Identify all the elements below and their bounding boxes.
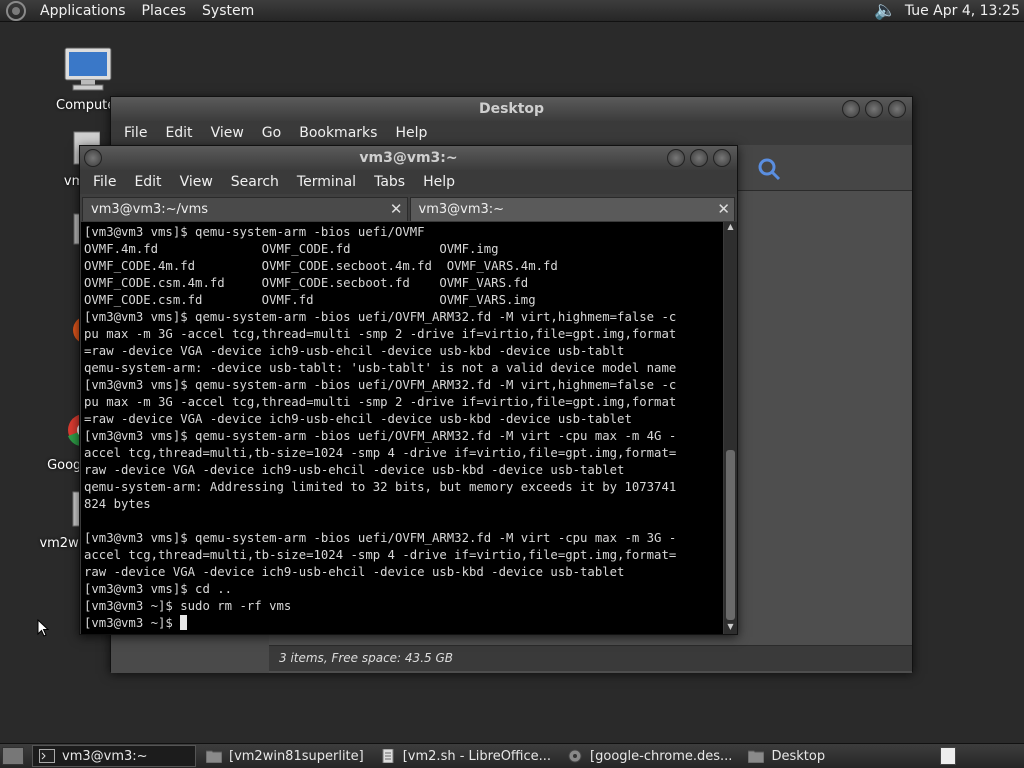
menu-file[interactable]: File	[84, 174, 125, 190]
menu-terminal[interactable]: Terminal	[288, 174, 365, 190]
terminal-line: [vm3@vm3 vms]$ qemu-system-arm -bios uef…	[84, 225, 425, 239]
scroll-down-icon[interactable]: ▼	[724, 622, 737, 634]
terminal-line: [vm3@vm3 ~]$ sudo rm -rf vms	[84, 599, 292, 613]
window-menu-button[interactable]	[84, 149, 102, 167]
terminal-line: pu max -m 3G -accel tcg,thread=multi -sm…	[84, 327, 677, 341]
terminal-window[interactable]: vm3@vm3:~ File Edit View Search Terminal…	[79, 145, 738, 635]
terminal-line: pu max -m 3G -accel tcg,thread=multi -sm…	[84, 395, 677, 409]
bottom-panel: vm3@vm3:~ [vm2win81superlite] [vm2.sh - …	[0, 743, 1024, 768]
menu-help[interactable]: Help	[386, 125, 436, 141]
document-icon	[382, 749, 394, 763]
terminal-line: raw -device VGA -device ich9-usb-ehcil -…	[84, 463, 625, 477]
clock[interactable]: Tue Apr 4, 13:25	[905, 3, 1020, 19]
maximize-button[interactable]	[865, 100, 883, 118]
tab-label: vm3@vm3:~	[418, 202, 505, 217]
scroll-up-icon[interactable]: ▲	[724, 222, 737, 234]
menu-bookmarks[interactable]: Bookmarks	[290, 125, 386, 141]
terminal-line: OVMF_CODE.csm.4m.fd OVMF_CODE.secboot.fd…	[84, 276, 529, 290]
terminal-line: raw -device VGA -device ich9-usb-ehcil -…	[84, 565, 625, 579]
terminal-titlebar[interactable]: vm3@vm3:~	[80, 146, 737, 170]
tab-home[interactable]: vm3@vm3:~ ✕	[409, 197, 735, 221]
close-tab-icon[interactable]: ✕	[717, 200, 730, 218]
maximize-button[interactable]	[690, 149, 708, 167]
places-menu[interactable]: Places	[134, 3, 195, 19]
taskbar-item-label: vm3@vm3:~	[62, 748, 148, 764]
distro-logo-icon[interactable]	[6, 0, 26, 21]
menu-view[interactable]: View	[171, 174, 222, 190]
volume-icon[interactable]: 🔈	[874, 0, 896, 21]
window-title: vm3@vm3:~	[359, 150, 458, 166]
terminal-line: =raw -device VGA -device ich9-usb-ehcil …	[84, 344, 625, 358]
taskbar-item-desktop[interactable]: Desktop	[742, 745, 831, 767]
terminal-line: [vm3@vm3 vms]$ qemu-system-arm -bios uef…	[84, 310, 677, 324]
terminal-line: 824 bytes	[84, 497, 151, 511]
terminal-line: [vm3@vm3 vms]$ cd ..	[84, 582, 233, 596]
taskbar-item-chrome-desktop[interactable]: [google-chrome.des...	[561, 745, 738, 767]
terminal-line: OVMF_CODE.csm.fd OVMF.fd OVMF_VARS.img	[84, 293, 536, 307]
folder-icon	[206, 750, 222, 763]
menu-file[interactable]: File	[115, 125, 156, 141]
terminal-line: [vm3@vm3 vms]$ qemu-system-arm -bios uef…	[84, 429, 677, 443]
terminal-line: qemu-system-arm: Addressing limited to 3…	[84, 480, 677, 494]
file-manager-menubar: File Edit View Go Bookmarks Help	[111, 121, 912, 145]
terminal-menubar: File Edit View Search Terminal Tabs Help	[80, 170, 737, 194]
terminal-tabbar: vm3@vm3:~/vms ✕ vm3@vm3:~ ✕	[80, 194, 737, 221]
gear-icon	[568, 749, 582, 763]
tab-label: vm3@vm3:~/vms	[91, 202, 209, 217]
close-button[interactable]	[888, 100, 906, 118]
taskbar-item-label: [vm2.sh - LibreOffice...	[402, 748, 552, 764]
trash-applet-icon[interactable]	[940, 747, 956, 765]
folder-icon	[748, 750, 765, 763]
menu-edit[interactable]: Edit	[156, 125, 201, 141]
window-menu	[84, 149, 102, 167]
file-manager-toolbar	[737, 145, 912, 191]
terminal-icon	[39, 749, 55, 763]
terminal-line: [vm3@vm3 vms]$ qemu-system-arm -bios uef…	[84, 378, 677, 392]
file-manager-statusbar: 3 items, Free space: 43.5 GB	[269, 645, 912, 671]
window-controls	[842, 100, 906, 118]
system-menu[interactable]: System	[194, 3, 262, 19]
taskbar-item-libreoffice[interactable]: [vm2.sh - LibreOffice...	[374, 745, 557, 767]
scrollbar-thumb[interactable]	[726, 450, 735, 620]
terminal-line: [vm3@vm3 vms]$ qemu-system-arm -bios uef…	[84, 531, 677, 545]
menu-edit[interactable]: Edit	[125, 174, 170, 190]
minimize-button[interactable]	[842, 100, 860, 118]
terminal-prompt-line: [vm3@vm3 ~]$	[84, 615, 723, 632]
menu-help[interactable]: Help	[414, 174, 464, 190]
terminal-line: accel tcg,thread=multi,tb-size=1024 -smp…	[84, 446, 677, 460]
taskbar-item-terminal[interactable]: vm3@vm3:~	[32, 745, 196, 767]
taskbar-item-vm2win81superlite[interactable]: [vm2win81superlite]	[200, 745, 370, 767]
terminal-line: =raw -device VGA -device ich9-usb-ehcil …	[84, 412, 632, 426]
menu-go[interactable]: Go	[253, 125, 290, 141]
close-tab-icon[interactable]: ✕	[390, 200, 403, 218]
mouse-pointer-icon	[37, 619, 49, 637]
file-manager-titlebar[interactable]: Desktop	[111, 97, 912, 121]
window-controls	[667, 149, 731, 167]
menu-tabs[interactable]: Tabs	[365, 174, 414, 190]
terminal-line: qemu-system-arm: -device usb-tablt: 'usb…	[84, 361, 677, 375]
search-icon[interactable]	[757, 157, 781, 181]
close-button[interactable]	[713, 149, 731, 167]
tab-vms[interactable]: vm3@vm3:~/vms ✕	[82, 197, 408, 221]
computer-icon	[64, 47, 112, 91]
taskbar-item-label: [vm2win81superlite]	[229, 748, 364, 764]
terminal-scrollbar[interactable]: ▲ ▼	[724, 222, 737, 634]
terminal-prompt: [vm3@vm3 ~]$	[84, 616, 181, 630]
taskbar-item-label: [google-chrome.des...	[590, 748, 733, 764]
minimize-button[interactable]	[667, 149, 685, 167]
terminal-cursor	[180, 615, 188, 630]
top-panel: Applications Places System 🔈 Tue Apr 4, …	[0, 0, 1024, 22]
window-title: Desktop	[478, 101, 545, 117]
menu-view[interactable]: View	[202, 125, 253, 141]
show-desktop-button[interactable]	[2, 747, 24, 765]
terminal-line: OVMF.4m.fd OVMF_CODE.fd OVMF.img	[84, 242, 499, 256]
terminal-output[interactable]: [vm3@vm3 vms]$ qemu-system-arm -bios uef…	[81, 222, 723, 634]
taskbar-item-label: Desktop	[771, 748, 826, 764]
terminal-line: accel tcg,thread=multi,tb-size=1024 -smp…	[84, 548, 677, 562]
applications-menu[interactable]: Applications	[32, 3, 134, 19]
terminal-line: OVMF_CODE.4m.fd OVMF_CODE.secboot.4m.fd …	[84, 259, 558, 273]
menu-search[interactable]: Search	[222, 174, 288, 190]
